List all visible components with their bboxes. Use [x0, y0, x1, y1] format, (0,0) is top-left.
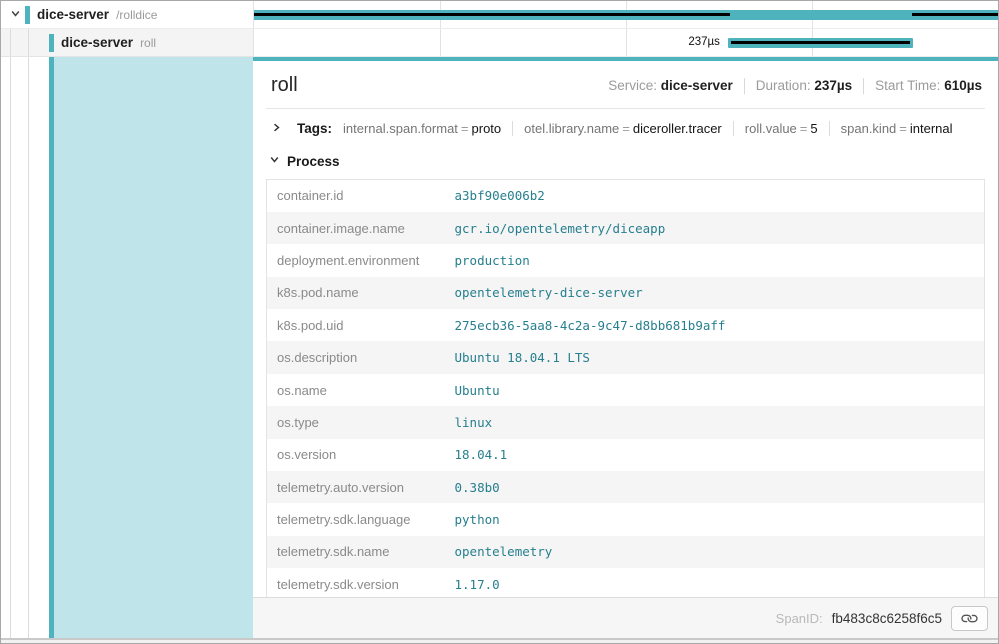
detail-footer: SpanID: fb483c8c6258f6c5 [253, 598, 998, 638]
span-detail-panel: roll Service: dice-server Duration: 237µ… [253, 57, 998, 638]
operation-name: /rolldice [116, 8, 157, 22]
tag-item: internal.span.format=proto [343, 121, 501, 136]
spanid-value: fb483c8c6258f6c5 [832, 611, 942, 626]
divider [863, 78, 864, 94]
process-table: container.ida3bf90e006b2 container.image… [266, 179, 985, 598]
meta-duration: Duration: 237µs [756, 78, 852, 93]
process-label: Process [287, 154, 340, 169]
span-bar-roll[interactable]: 237µs [728, 38, 913, 48]
jaeger-trace-view: dice-server /rolldice dice-server roll [0, 0, 999, 644]
span-bar-stripe [731, 41, 910, 44]
tag-item: roll.value=5 [745, 121, 818, 136]
span-row-roll[interactable]: dice-server roll 237µs [1, 29, 998, 57]
process-row: telemetry.sdk.languagepython [267, 503, 985, 535]
process-row: telemetry.sdk.version1.17.0 [267, 568, 985, 598]
indent-guide [10, 29, 11, 56]
span-meta: Service: dice-server Duration: 237µs Sta… [608, 78, 982, 94]
gridline [440, 29, 441, 56]
process-accordion[interactable]: Process [266, 140, 985, 179]
divider [733, 121, 734, 136]
detail-header: roll Service: dice-server Duration: 237µ… [266, 61, 985, 109]
process-row: telemetry.sdk.nameopentelemetry [267, 536, 985, 568]
chevron-down-icon [10, 6, 21, 24]
service-color-bar [49, 34, 54, 52]
process-row: os.descriptionUbuntu 18.04.1 LTS [267, 341, 985, 373]
indent-gutter [1, 57, 253, 638]
meta-start-time: Start Time: 610µs [875, 78, 982, 93]
span-name-cell-roll[interactable]: dice-server roll [1, 29, 253, 57]
span-detail-card: roll Service: dice-server Duration: 237µ… [253, 61, 998, 598]
process-row: k8s.pod.nameopentelemetry-dice-server [267, 277, 985, 309]
divider [829, 121, 830, 136]
child-span-marker [912, 13, 998, 16]
collapse-span-button[interactable] [8, 8, 22, 22]
process-row: k8s.pod.uid275ecb36-5aa8-4c2a-9c47-d8bb6… [267, 309, 985, 341]
divider [512, 121, 513, 136]
tag-item: span.kind=internal [841, 121, 953, 136]
indent-guide [28, 29, 29, 56]
selected-span-highlight [54, 57, 253, 638]
service-color-bar [25, 6, 30, 24]
process-row: container.ida3bf90e006b2 [267, 180, 985, 212]
tag-item: otel.library.name=diceroller.tracer [524, 121, 722, 136]
gridline [626, 29, 627, 56]
process-row: deployment.environmentproduction [267, 244, 985, 276]
span-name-cell-rolldice[interactable]: dice-server /rolldice [1, 1, 253, 29]
child-span-marker [254, 13, 730, 16]
span-track-rolldice[interactable] [253, 1, 998, 29]
indent-guide [28, 57, 29, 638]
process-row: telemetry.auto.version0.38b0 [267, 471, 985, 503]
span-bar-rolldice[interactable] [254, 10, 998, 20]
meta-service: Service: dice-server [608, 78, 733, 93]
process-row: container.image.namegcr.io/opentelemetry… [267, 212, 985, 244]
operation-name: roll [140, 36, 156, 50]
span-row-rolldice[interactable]: dice-server /rolldice [1, 1, 998, 29]
span-detail-body: roll Service: dice-server Duration: 237µ… [1, 57, 998, 638]
spanid-label: SpanID: [776, 611, 823, 626]
copy-span-link-button[interactable] [951, 606, 988, 631]
service-name: dice-server [37, 7, 109, 22]
span-track-roll[interactable]: 237µs [253, 29, 998, 57]
chevron-right-icon [271, 121, 282, 136]
link-icon [962, 611, 977, 626]
bottom-padding [1, 640, 998, 643]
chevron-down-icon [269, 152, 280, 170]
process-row: os.version18.04.1 [267, 439, 985, 471]
indent-guide [10, 57, 11, 638]
process-row: os.typelinux [267, 406, 985, 438]
service-name: dice-server [61, 35, 133, 50]
process-row: os.nameUbuntu [267, 374, 985, 406]
divider [744, 78, 745, 94]
span-duration-label: 237µs [688, 36, 720, 48]
span-operation-title: roll [271, 74, 298, 97]
tags-label: Tags: [297, 121, 332, 136]
tags-accordion[interactable]: Tags: internal.span.format=proto otel.li… [266, 109, 985, 140]
